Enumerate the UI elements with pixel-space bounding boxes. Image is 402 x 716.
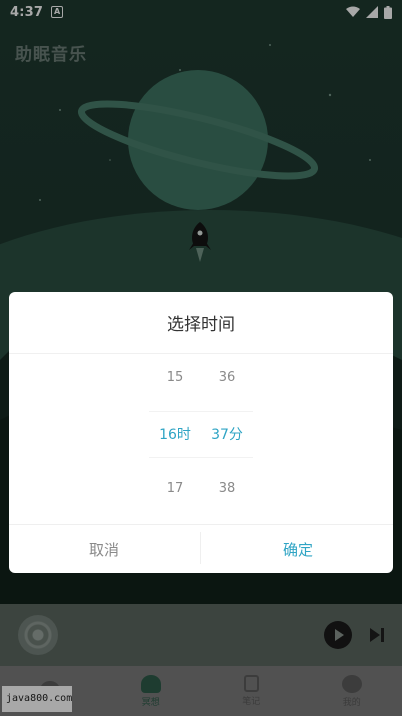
screen: 4:37 A 助眠音乐 冥想 笔记 我的 java800.com 选择时间 15… — [0, 0, 402, 716]
cancel-button[interactable]: 取消 — [9, 525, 199, 573]
minute-option-selected[interactable]: 37分 — [202, 424, 252, 444]
minute-option-above[interactable]: 36 — [202, 370, 252, 385]
hour-option-below[interactable]: 17 — [150, 481, 200, 496]
minute-option-below[interactable]: 38 — [202, 481, 252, 496]
time-picker-dialog: 选择时间 15 16时 17 36 37分 38 取消 确定 — [9, 292, 393, 573]
hour-option-selected[interactable]: 16时 — [150, 424, 200, 444]
selection-line-top — [149, 411, 253, 412]
selection-line-bottom — [149, 457, 253, 458]
time-picker[interactable]: 15 16时 17 36 37分 38 — [9, 354, 393, 524]
hour-option-above[interactable]: 15 — [150, 370, 200, 385]
confirm-button[interactable]: 确定 — [203, 525, 393, 573]
buttons-separator — [200, 532, 201, 564]
dialog-title: 选择时间 — [167, 315, 235, 335]
